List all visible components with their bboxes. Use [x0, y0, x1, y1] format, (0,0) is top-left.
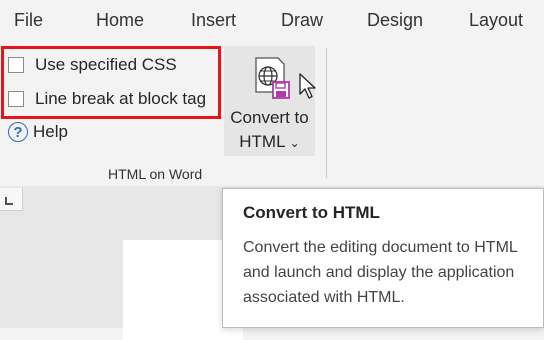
tab-design[interactable]: Design	[367, 10, 423, 31]
line-break-label: Line break at block tag	[35, 89, 207, 108]
ribbon: Use specified CSS Line break at block ta…	[0, 44, 544, 186]
help-label: Help	[33, 122, 68, 141]
tab-home[interactable]: Home	[96, 10, 144, 31]
convert-label-line1: Convert to	[230, 108, 309, 127]
checkbox-box[interactable]	[8, 91, 24, 107]
tooltip-title: Convert to HTML	[243, 203, 380, 222]
use-specified-css-checkbox[interactable]: Use specified CSS	[8, 54, 177, 76]
tooltip-body: Convert the editing document to HTML and…	[243, 239, 518, 306]
convert-to-html-label: Convert to HTML ⌄	[224, 106, 315, 155]
ruler-tab-selector[interactable]	[0, 188, 23, 211]
tab-draw[interactable]: Draw	[281, 10, 323, 31]
menu-tabs: File Home Insert Draw Design Layout	[0, 0, 544, 44]
help-button[interactable]: ? Help	[8, 122, 68, 142]
tooltip: Convert to HTML Convert the editing docu…	[222, 188, 544, 328]
left-tab-icon	[5, 197, 13, 205]
convert-to-html-button[interactable]: Convert to HTML ⌄	[224, 46, 315, 156]
convert-label-html: HTML	[239, 132, 285, 151]
group-label: HTML on Word	[108, 166, 203, 182]
checkbox-box[interactable]	[8, 57, 24, 73]
tab-file[interactable]: File	[14, 10, 43, 31]
chevron-down-icon[interactable]: ⌄	[290, 136, 300, 150]
help-circle-icon: ?	[8, 122, 28, 142]
ribbon-separator	[326, 48, 327, 178]
convert-label-line2: HTML ⌄	[224, 130, 315, 155]
mouse-pointer-icon	[299, 73, 316, 99]
use-specified-css-label: Use specified CSS	[35, 55, 177, 74]
globe-document-save-icon	[255, 57, 290, 99]
line-break-checkbox[interactable]: Line break at block tag	[8, 88, 206, 110]
tab-layout[interactable]: Layout	[469, 10, 523, 31]
tab-insert[interactable]: Insert	[191, 10, 236, 31]
